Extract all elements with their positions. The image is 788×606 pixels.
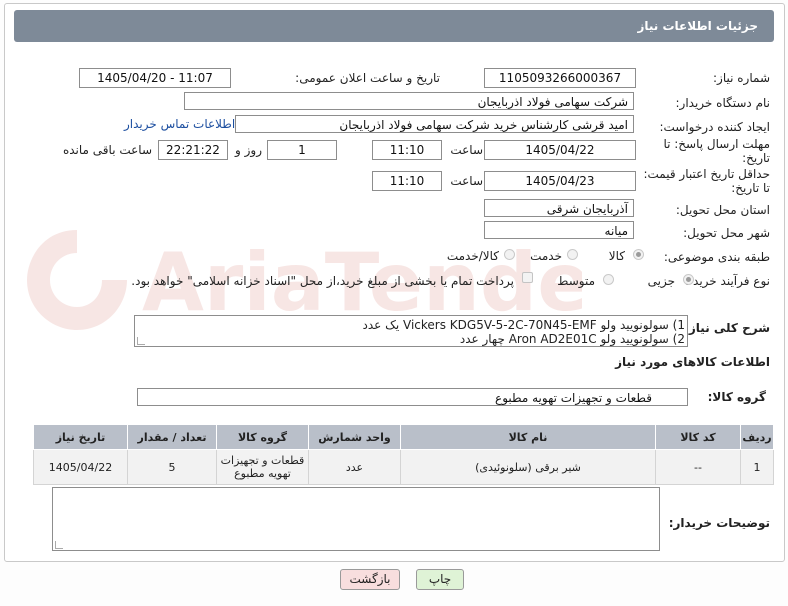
col-header-qty: تعداد / مقدار <box>127 424 217 450</box>
requester-label: ایجاد کننده درخواست: <box>659 120 770 134</box>
cell-unit: عدد <box>308 449 401 485</box>
col-header-name: نام کالا <box>400 424 656 450</box>
col-header-code: کد کالا <box>655 424 741 450</box>
treasury-payment-note: پرداخت تمام یا بخشی از مبلغ خرید،از محل … <box>131 274 514 288</box>
goods-table: ردیف کد کالا نام کالا واحد شمارش گروه کا… <box>33 424 774 485</box>
cell-name: شیر برقی (سلونوئیدی) <box>400 449 656 485</box>
announce-label: تاریخ و ساعت اعلان عمومی: <box>295 71 440 85</box>
title-bar: جزئیات اطلاعات نیاز <box>14 10 774 42</box>
deadline-date-field[interactable]: 1405/04/22 <box>484 140 636 160</box>
process-radio-minor[interactable] <box>683 274 694 285</box>
process-option-medium: متوسط <box>557 274 595 288</box>
announce-datetime-field[interactable]: 1405/04/20 - 11:07 <box>79 68 231 88</box>
price-valid-date-field[interactable]: 1405/04/23 <box>484 171 636 191</box>
remaining-time-field[interactable]: 22:21:22 <box>158 140 228 160</box>
buyer-contact-link[interactable]: اطلاعات تماس خریدار <box>124 117 235 131</box>
price-valid-time-label: ساعت <box>450 174 483 188</box>
deadline-label: مهلت ارسال پاسخ: تا تاریخ: <box>663 137 770 165</box>
requester-field[interactable]: امید قرشی کارشناس خرید شرکت سهامی فولاد … <box>235 115 634 133</box>
remaining-label: ساعت باقی مانده <box>62 143 152 157</box>
table-row[interactable]: 1 -- شیر برقی (سلونوئیدی) عدد قطعات و تج… <box>33 449 774 485</box>
price-valid-label: حداقل تاریخ اعتبار قیمت: تا تاریخ: <box>643 167 770 195</box>
col-header-group: گروه کالا <box>216 424 309 450</box>
days-field[interactable]: 1 <box>267 140 337 160</box>
cell-group: قطعات و تجهیزات تهویه مطبوع <box>216 449 309 485</box>
buyer-notes-label: توضیحات خریدار: <box>668 516 770 530</box>
buyer-org-field[interactable]: شرکت سهامی فولاد اذربایجان <box>184 92 634 110</box>
city-label: شهر محل تحویل: <box>683 226 770 240</box>
goods-group-field[interactable]: قطعات و تجهیزات تهویه مطبوع <box>137 388 688 406</box>
buyer-notes-textarea[interactable] <box>52 487 660 551</box>
cell-row-num: 1 <box>740 449 774 485</box>
category-label: طبقه بندی موضوعی: <box>663 250 770 264</box>
resize-handle-icon[interactable] <box>55 541 63 549</box>
resize-handle-icon[interactable] <box>137 337 145 345</box>
price-valid-time-field[interactable]: 11:10 <box>372 171 442 191</box>
need-number-label: شماره نیاز: <box>713 71 770 85</box>
cell-code: -- <box>655 449 741 485</box>
deadline-time-label: ساعت <box>450 143 483 157</box>
description-label: شرح کلی نیاز: <box>684 321 770 335</box>
treasury-payment-checkbox[interactable] <box>522 272 533 283</box>
back-button[interactable]: بازگشت <box>340 569 400 590</box>
need-number-field[interactable]: 1105093266000367 <box>484 68 636 88</box>
col-header-date: تاریخ نیاز <box>33 424 128 450</box>
goods-group-label: گروه کالا: <box>707 390 766 404</box>
print-button[interactable]: چاپ <box>416 569 464 590</box>
category-option-service: خدمت <box>530 249 562 263</box>
buyer-org-label: نام دستگاه خریدار: <box>675 96 771 110</box>
province-field[interactable]: آذربایجان شرقی <box>484 199 634 217</box>
description-line-2: 2) سولونویید ولو Aron AD2E01C چهار عدد <box>459 332 685 346</box>
col-header-row-num: ردیف <box>740 424 774 450</box>
category-option-goods-service: کالا/خدمت <box>446 249 499 263</box>
category-radio-goods[interactable] <box>633 249 644 260</box>
cell-qty: 5 <box>127 449 217 485</box>
deadline-time-field[interactable]: 11:10 <box>372 140 442 160</box>
process-label: نوع فرآیند خرید : <box>685 274 770 288</box>
cell-date: 1405/04/22 <box>33 449 128 485</box>
description-line-1: 1) سولونویید ولو Vickers KDG5V-5-2C-70N4… <box>362 318 686 332</box>
goods-section-title: اطلاعات کالاهای مورد نیاز <box>615 355 770 369</box>
city-field[interactable]: میانه <box>484 221 634 239</box>
province-label: استان محل تحویل: <box>675 203 770 217</box>
table-header-row: ردیف کد کالا نام کالا واحد شمارش گروه کا… <box>33 424 774 450</box>
process-radio-medium[interactable] <box>603 274 614 285</box>
description-textarea[interactable]: 1) سولونویید ولو Vickers KDG5V-5-2C-70N4… <box>134 315 688 347</box>
category-option-goods: کالا <box>608 249 625 263</box>
process-option-minor: جزیی <box>647 274 675 288</box>
page-title: جزئیات اطلاعات نیاز <box>637 19 758 33</box>
category-radio-service[interactable] <box>567 249 578 260</box>
days-label: روز و <box>235 143 262 157</box>
category-radio-goods-service[interactable] <box>504 249 515 260</box>
col-header-unit: واحد شمارش <box>308 424 401 450</box>
